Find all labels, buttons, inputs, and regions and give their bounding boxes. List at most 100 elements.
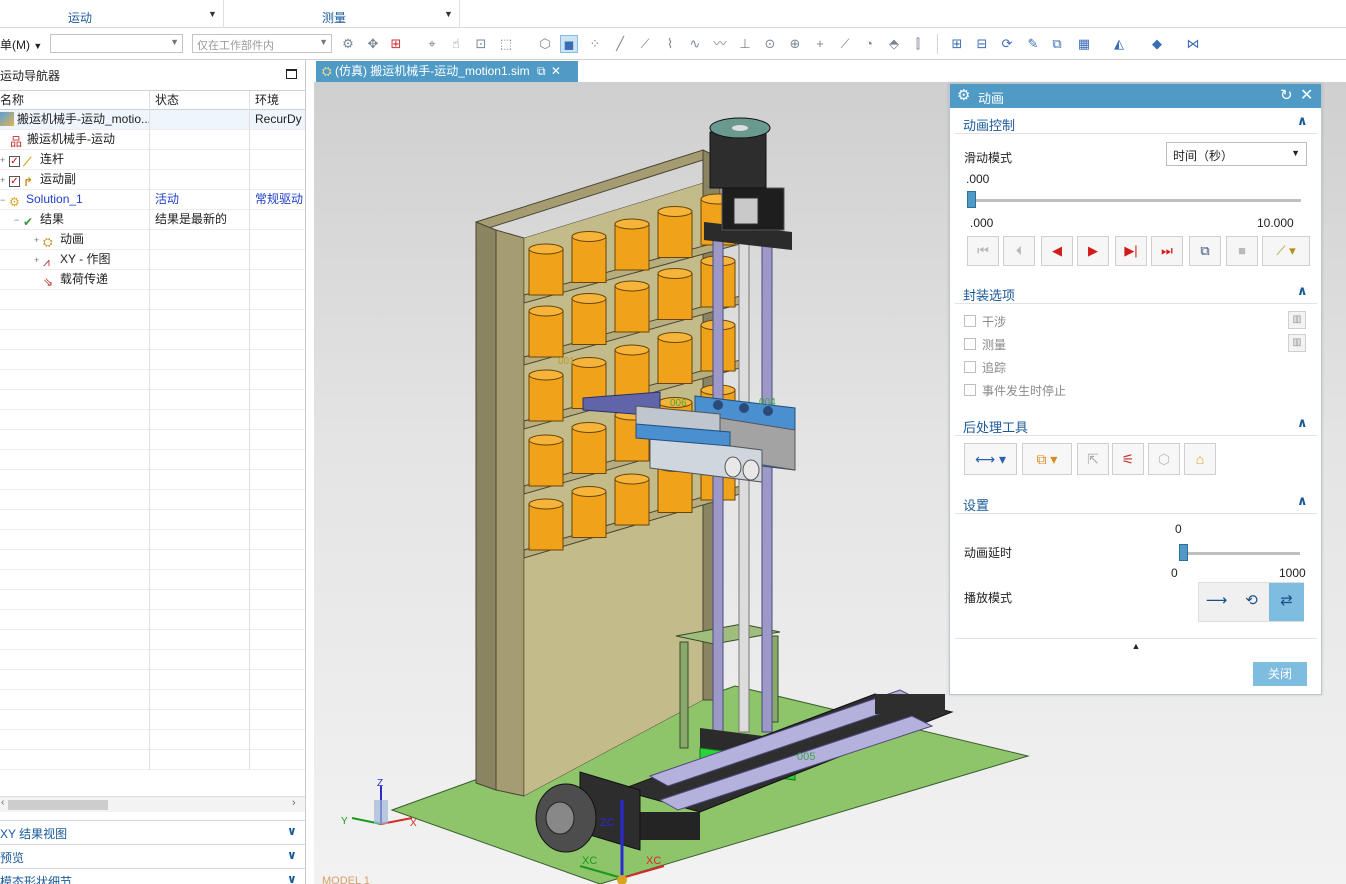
face-icon[interactable]: ⬘ (885, 35, 903, 53)
edge-icon[interactable]: ⫿ (909, 35, 927, 53)
table-row[interactable]: ⇘ 载荷传递 (0, 270, 305, 290)
fast-forward-to-end-icon[interactable]: ⏭ (1151, 236, 1183, 266)
chevron-down-icon[interactable]: ▼ (208, 9, 217, 19)
dialog-titlebar[interactable]: ⚙ 动画 ↻ ✕ (950, 84, 1321, 108)
render-style-icon[interactable]: ◭ (1110, 35, 1128, 53)
stop-icon[interactable]: ■ (1226, 236, 1258, 266)
section-header[interactable]: 动画控制 ∧ (955, 110, 1317, 134)
scroll-left-icon[interactable]: ‹ (1, 797, 4, 808)
slide-mode-select[interactable]: 时间（秒） ▼ (1166, 142, 1307, 166)
layout-icon[interactable]: ▦ (1075, 35, 1093, 53)
visibility-checkbox[interactable]: ✓ (9, 176, 20, 187)
time-slider-track[interactable] (971, 199, 1301, 202)
play-once-icon[interactable]: ⟶ (1199, 583, 1234, 621)
select-filter-icon[interactable]: ✥ (364, 35, 382, 53)
trace-tool-icon[interactable]: ⧉ ▾ (1022, 443, 1072, 475)
close-icon[interactable]: ✕ (1300, 85, 1313, 105)
collapse-icon[interactable]: − (0, 191, 9, 210)
pick-intent-icon[interactable]: ☝ (447, 35, 465, 53)
visibility-checkbox[interactable]: ✓ (9, 156, 20, 167)
chevron-up-icon[interactable]: ∧ (1297, 283, 1308, 299)
mesh-select-icon[interactable]: ⁘ (586, 35, 604, 53)
measure-checkbox[interactable] (964, 338, 976, 350)
snap-icon[interactable]: ⚙ (339, 35, 357, 53)
curve-icon[interactable]: ⌇ (661, 35, 679, 53)
collapse-icon[interactable]: − (14, 211, 23, 230)
delay-slider-track[interactable] (1179, 552, 1300, 555)
expand-icon[interactable]: + (34, 251, 43, 270)
play-forward-icon[interactable]: ▶ (1077, 236, 1109, 266)
interference-tool-icon[interactable]: ⚟ (1112, 443, 1144, 475)
table-row[interactable]: − ✔ 结果 结果是最新的 (0, 210, 305, 230)
type-filter-combo[interactable]: ▼ (50, 34, 183, 53)
table-row[interactable]: + ✓ ↱ 运动副 (0, 170, 305, 190)
table-row[interactable]: 搬运机械手-运动_motio... RecurDy (0, 110, 305, 130)
cube-view-icon[interactable]: ◆ (1148, 35, 1166, 53)
section-header[interactable]: 封装选项 ∧ (955, 280, 1317, 304)
reset-icon[interactable]: ↻ (1280, 86, 1293, 104)
pan-icon[interactable]: ✎ (1024, 35, 1042, 53)
section-header[interactable]: 设置 ∧ (955, 490, 1317, 514)
measure-settings-icon[interactable]: ▥ (1288, 334, 1306, 352)
spline-icon[interactable]: ∿ (686, 35, 704, 53)
tab-simulation[interactable]: ⛭ (仿真) 搬运机械手-运动_motion1.sim ⧉ ✕ (316, 61, 578, 82)
surface-icon[interactable]: ◔ (860, 35, 878, 53)
expand-icon[interactable]: + (0, 171, 9, 190)
column-header-env[interactable]: 环境 (250, 91, 305, 111)
section-xy-result-view[interactable]: XY 结果视图 ∨ (0, 820, 305, 842)
pick-point-icon[interactable]: ⌖ (423, 35, 441, 53)
tangent-icon[interactable]: ⟋ (836, 35, 854, 53)
scroll-right-icon[interactable]: › (292, 797, 296, 809)
zoom-icon[interactable]: ⊟ (973, 35, 991, 53)
horizontal-scrollbar[interactable]: ‹ › (0, 796, 305, 812)
export-tool-icon[interactable]: ⇱ (1077, 443, 1109, 475)
snapshot-icon[interactable]: ⧉ (1189, 236, 1221, 266)
chevron-down-icon[interactable]: ▼ (444, 9, 453, 19)
loop-icon[interactable]: ⟲ (1234, 583, 1269, 621)
expand-icon[interactable]: + (34, 231, 43, 250)
maximize-icon[interactable] (286, 69, 297, 79)
rectangle-select-icon[interactable]: ⬚ (497, 35, 515, 53)
intersection-icon[interactable]: ⊥ (736, 35, 754, 53)
play-backward-icon[interactable]: ◀ (1041, 236, 1073, 266)
crosshair-icon[interactable]: + (811, 35, 829, 53)
circle-center-icon[interactable]: ⊙ (761, 35, 779, 53)
quadrant-icon[interactable]: ⊕ (786, 35, 804, 53)
section-header[interactable]: 后处理工具 ∧ (955, 412, 1317, 436)
interference-checkbox[interactable] (964, 315, 976, 327)
lasso-select-icon[interactable]: ⊡ (472, 35, 490, 53)
ping-pong-icon[interactable]: ⇄ (1269, 583, 1304, 621)
measure-tool-icon[interactable]: ⟷ ▾ (964, 443, 1017, 475)
table-row[interactable]: − ⚙ Solution_1 活动 常规驱动 (0, 190, 305, 210)
ribbon-group-measure[interactable]: 测量 ▼ (224, 0, 460, 28)
step-back-icon[interactable]: ⏴ (1003, 236, 1035, 266)
delay-slider-thumb[interactable] (1179, 544, 1188, 561)
table-row[interactable]: + ⩘ XY - 作图 (0, 250, 305, 270)
expand-icon[interactable]: + (0, 151, 9, 170)
column-header-status[interactable]: 状态 (150, 91, 250, 111)
rotate-icon[interactable]: ⟳ (998, 35, 1016, 53)
line2-icon[interactable]: ⟋ (636, 35, 654, 53)
disabled-tool-icon[interactable]: ⬡ (1148, 443, 1180, 475)
line-icon[interactable]: ╱ (611, 35, 629, 53)
trace-checkbox[interactable] (964, 361, 976, 373)
solid-select-icon[interactable]: ◼ (560, 35, 578, 53)
more-options-toggle[interactable]: ▲ (955, 638, 1317, 652)
rewind-to-start-icon[interactable]: ⏮ (967, 236, 999, 266)
chevron-down-icon[interactable]: ∨ (287, 872, 297, 884)
stop-on-event-checkbox[interactable] (964, 384, 976, 396)
ribbon-group-motion[interactable]: 运动 ▼ (0, 0, 224, 28)
show-hide-icon[interactable]: ⋈ (1184, 35, 1202, 53)
interference-settings-icon[interactable]: ▥ (1288, 311, 1306, 329)
section-preview[interactable]: 预览 ∨ (0, 844, 305, 866)
body-select-icon[interactable]: ⬡ (536, 35, 554, 53)
chevron-up-icon[interactable]: ∧ (1297, 415, 1308, 431)
chevron-up-icon[interactable]: ∧ (1297, 113, 1308, 129)
gear-icon[interactable]: ⚙ (957, 86, 970, 104)
select-add-icon[interactable]: ⊞ (387, 35, 405, 53)
section-mode-shape-detail[interactable]: 模态形状细节 ∨ (0, 868, 305, 884)
view-fit-icon[interactable]: ⊞ (948, 35, 966, 53)
chevron-up-icon[interactable]: ∧ (1297, 493, 1308, 509)
step-forward-icon[interactable]: ▶| (1115, 236, 1147, 266)
perspective-icon[interactable]: ⧉ (1048, 35, 1066, 53)
